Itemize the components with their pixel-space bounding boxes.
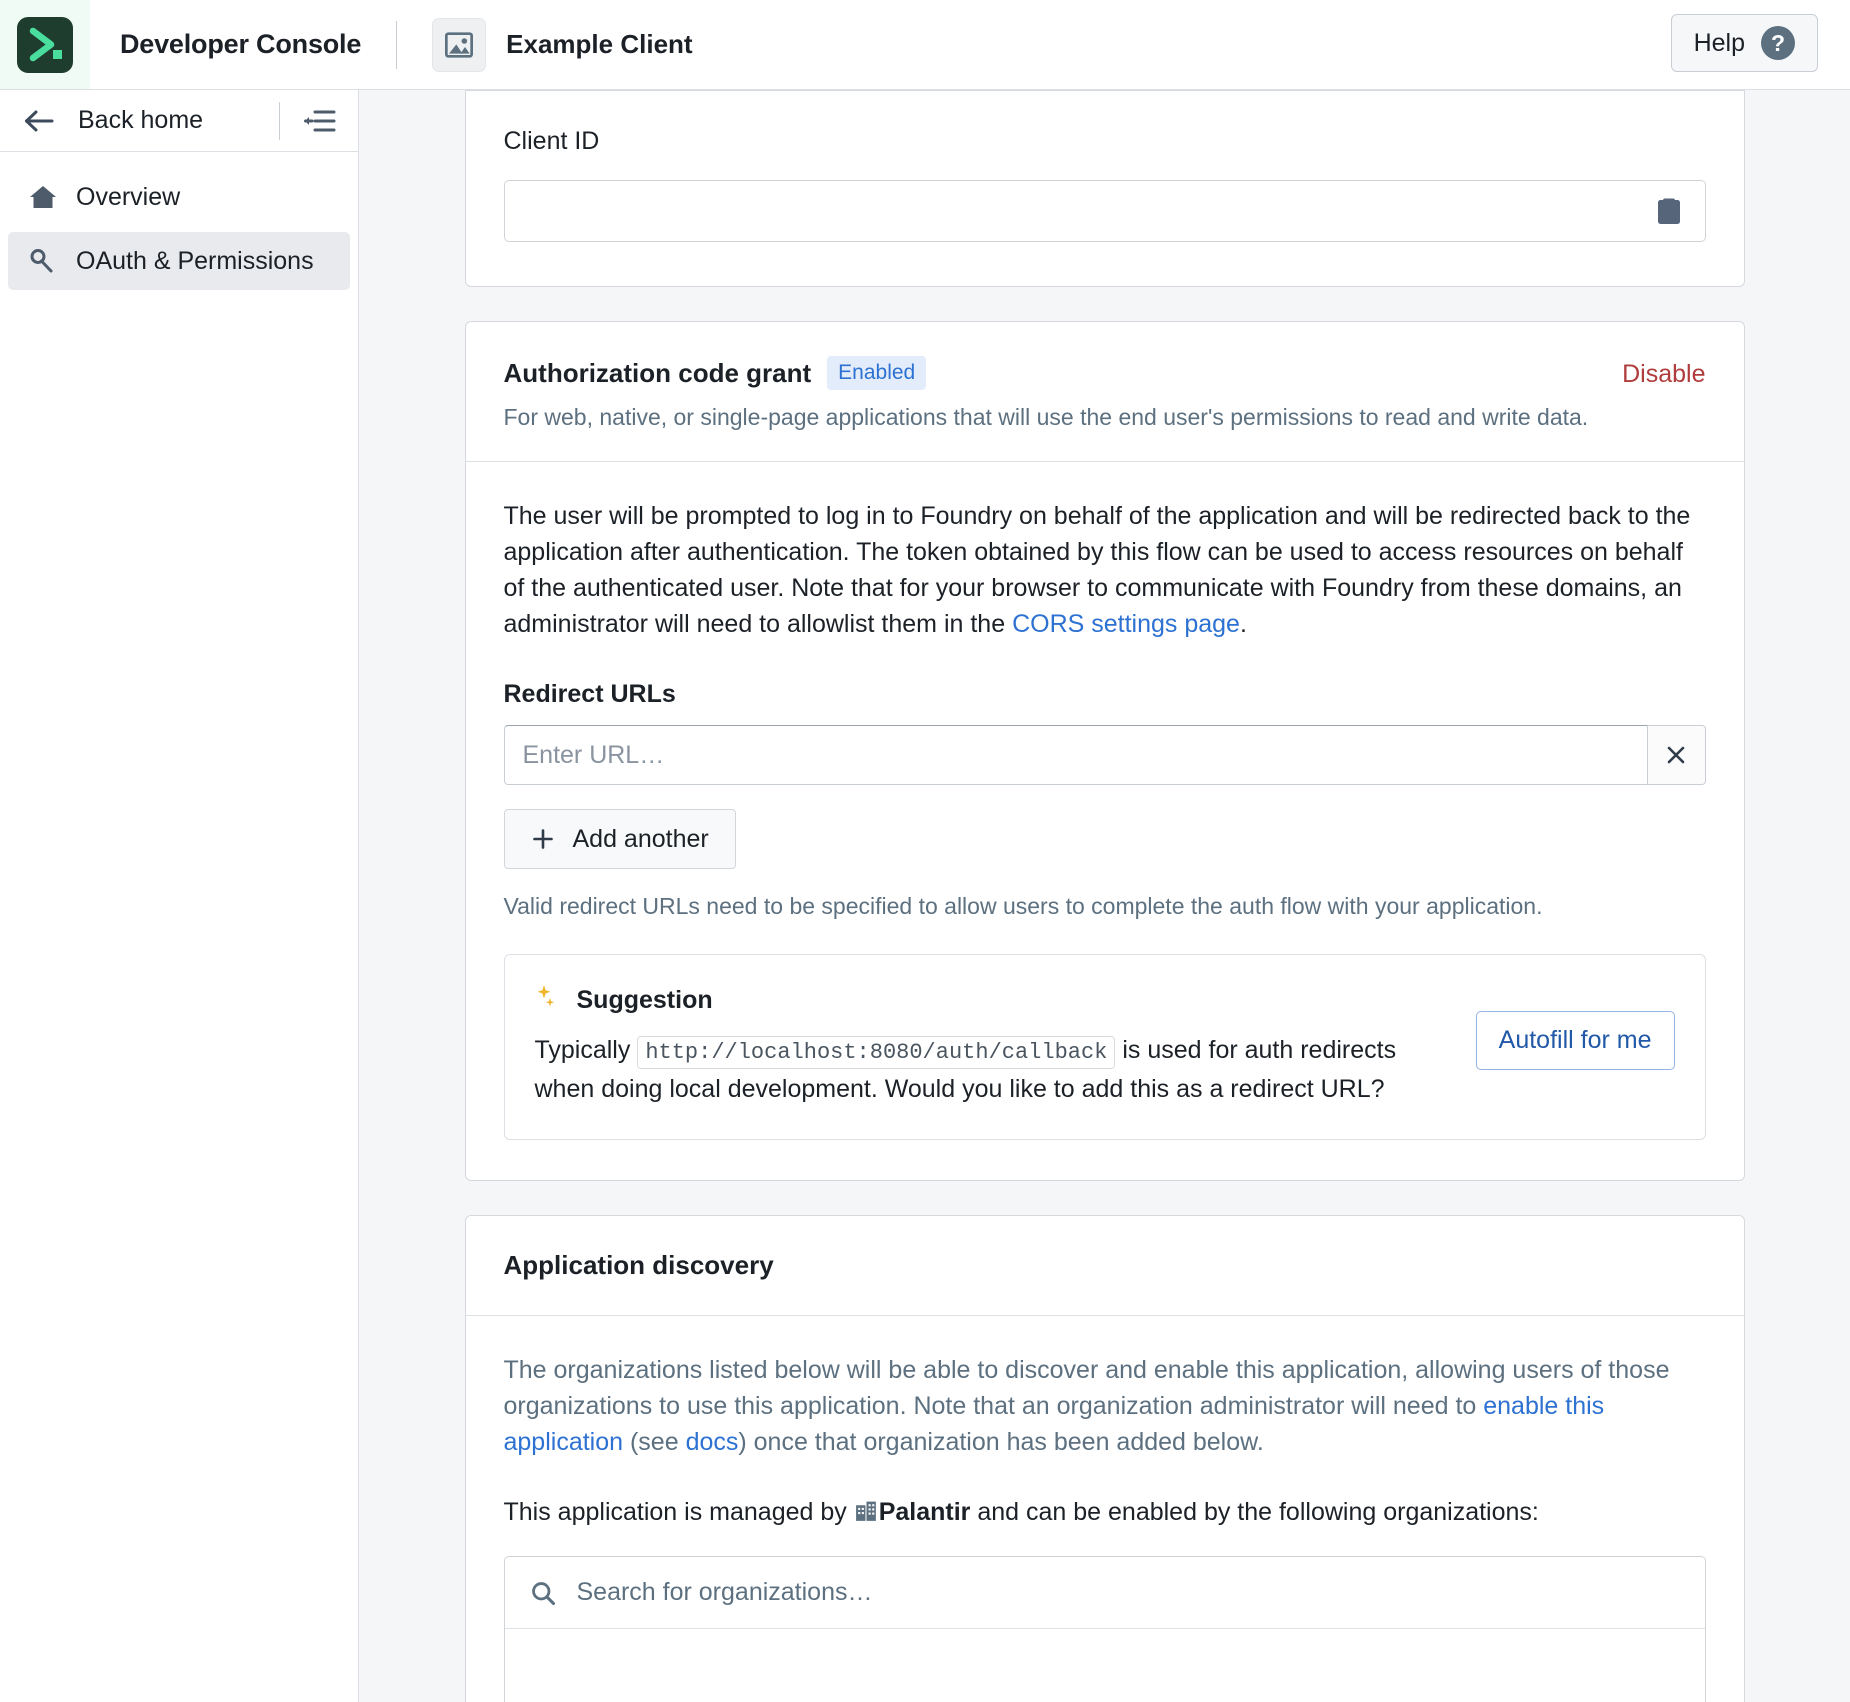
sidebar-header: Back home — [0, 90, 358, 152]
help-button[interactable]: Help ? — [1671, 14, 1818, 72]
building-icon — [854, 1499, 879, 1524]
redirect-urls-helper-text: Valid redirect URLs need to be specified… — [504, 893, 1706, 920]
organization-results-list[interactable] — [505, 1629, 1705, 1702]
organization-search-placeholder: Search for organizations… — [577, 1578, 873, 1607]
arrow-left-icon — [22, 107, 56, 135]
clipboard-icon[interactable] — [1647, 189, 1691, 233]
client-id-input[interactable] — [504, 180, 1706, 242]
auth-grant-subtitle: For web, native, or single-page applicat… — [504, 404, 1623, 431]
collapse-panel-icon[interactable] — [304, 108, 336, 134]
redirect-url-input[interactable]: Enter URL… — [504, 725, 1648, 785]
status-badge: Enabled — [827, 356, 926, 390]
suggestion-card: Suggestion Typically http://localhost:80… — [504, 954, 1706, 1140]
sidebar: Back home Overview — [0, 90, 359, 1702]
key-icon — [28, 247, 58, 275]
suggestion-text: Typically http://localhost:8080/auth/cal… — [535, 1031, 1456, 1109]
app-title: Developer Console — [120, 29, 361, 60]
auth-grant-description-part2: . — [1240, 610, 1247, 638]
application-discovery-title: Application discovery — [504, 1250, 1706, 1281]
disable-button[interactable]: Disable — [1622, 360, 1705, 389]
auth-grant-header: Authorization code grant Enabled For web… — [466, 322, 1744, 462]
managed-by-suffix: and can be enabled by the following orga… — [970, 1498, 1538, 1526]
app-discovery-desc-part2: (see — [623, 1428, 686, 1456]
managed-by-row: This application is managed by — [504, 1494, 1706, 1530]
sparkle-icon — [535, 983, 563, 1017]
organization-search-input[interactable]: Search for organizations… — [505, 1557, 1705, 1629]
application-discovery-description: The organizations listed below will be a… — [504, 1352, 1706, 1460]
client-id-card: Client ID — [465, 90, 1745, 287]
app-shell: Back home Overview — [0, 90, 1850, 1702]
suggestion-code: http://localhost:8080/auth/callback — [637, 1036, 1115, 1069]
redirect-url-placeholder: Enter URL… — [523, 741, 665, 770]
sidebar-item-oauth-permissions-label: OAuth & Permissions — [76, 247, 314, 276]
back-home-button[interactable]: Back home — [22, 106, 203, 135]
sidebar-item-oauth-permissions[interactable]: OAuth & Permissions — [8, 232, 350, 290]
suggestion-text-before: Typically — [535, 1036, 638, 1064]
question-circle-icon: ? — [1761, 26, 1795, 60]
plus-icon — [531, 827, 555, 851]
auth-grant-description: The user will be prompted to log in to F… — [504, 498, 1706, 642]
auth-grant-title: Authorization code grant — [504, 358, 812, 389]
add-another-label: Add another — [573, 825, 709, 854]
image-placeholder-icon — [432, 18, 486, 72]
main-content: Client ID — [359, 90, 1850, 1702]
authorization-code-grant-card: Authorization code grant Enabled For web… — [465, 321, 1745, 1181]
docs-link[interactable]: docs — [686, 1428, 739, 1456]
application-discovery-card: Application discovery The organizations … — [465, 1215, 1745, 1702]
autofill-for-me-button[interactable]: Autofill for me — [1476, 1011, 1675, 1070]
sidebar-item-overview-label: Overview — [76, 183, 180, 212]
client-id-label: Client ID — [504, 127, 1706, 156]
application-discovery-body: The organizations listed below will be a… — [466, 1316, 1744, 1702]
home-icon — [28, 183, 58, 211]
sidebar-header-divider — [279, 102, 280, 140]
console-logo-icon — [17, 17, 73, 73]
header-divider — [396, 21, 397, 69]
top-bar: Developer Console Example Client Help ? — [0, 0, 1850, 90]
client-name: Example Client — [506, 29, 692, 60]
app-discovery-desc-part3: ) once that organization has been added … — [738, 1428, 1263, 1456]
managed-by-organization: Palantir — [879, 1498, 971, 1526]
client-selector[interactable]: Example Client — [432, 18, 692, 72]
sidebar-item-overview[interactable]: Overview — [8, 168, 350, 226]
organization-search-box: Search for organizations… — [504, 1556, 1706, 1702]
close-x-icon[interactable] — [1648, 725, 1706, 785]
back-home-label: Back home — [78, 106, 203, 135]
add-another-button[interactable]: Add another — [504, 809, 736, 869]
redirect-url-row: Enter URL… — [504, 725, 1706, 785]
suggestion-title: Suggestion — [577, 986, 713, 1015]
application-discovery-header: Application discovery — [466, 1216, 1744, 1316]
app-logo[interactable] — [0, 0, 90, 89]
cors-settings-link[interactable]: CORS settings page — [1012, 610, 1240, 638]
sidebar-nav: Overview OAuth & Permissions — [0, 152, 358, 290]
auth-grant-body: The user will be prompted to log in to F… — [466, 462, 1744, 1180]
help-button-label: Help — [1694, 29, 1745, 58]
search-icon — [529, 1579, 557, 1607]
managed-by-prefix: This application is managed by — [504, 1498, 854, 1526]
redirect-urls-label: Redirect URLs — [504, 680, 1706, 709]
